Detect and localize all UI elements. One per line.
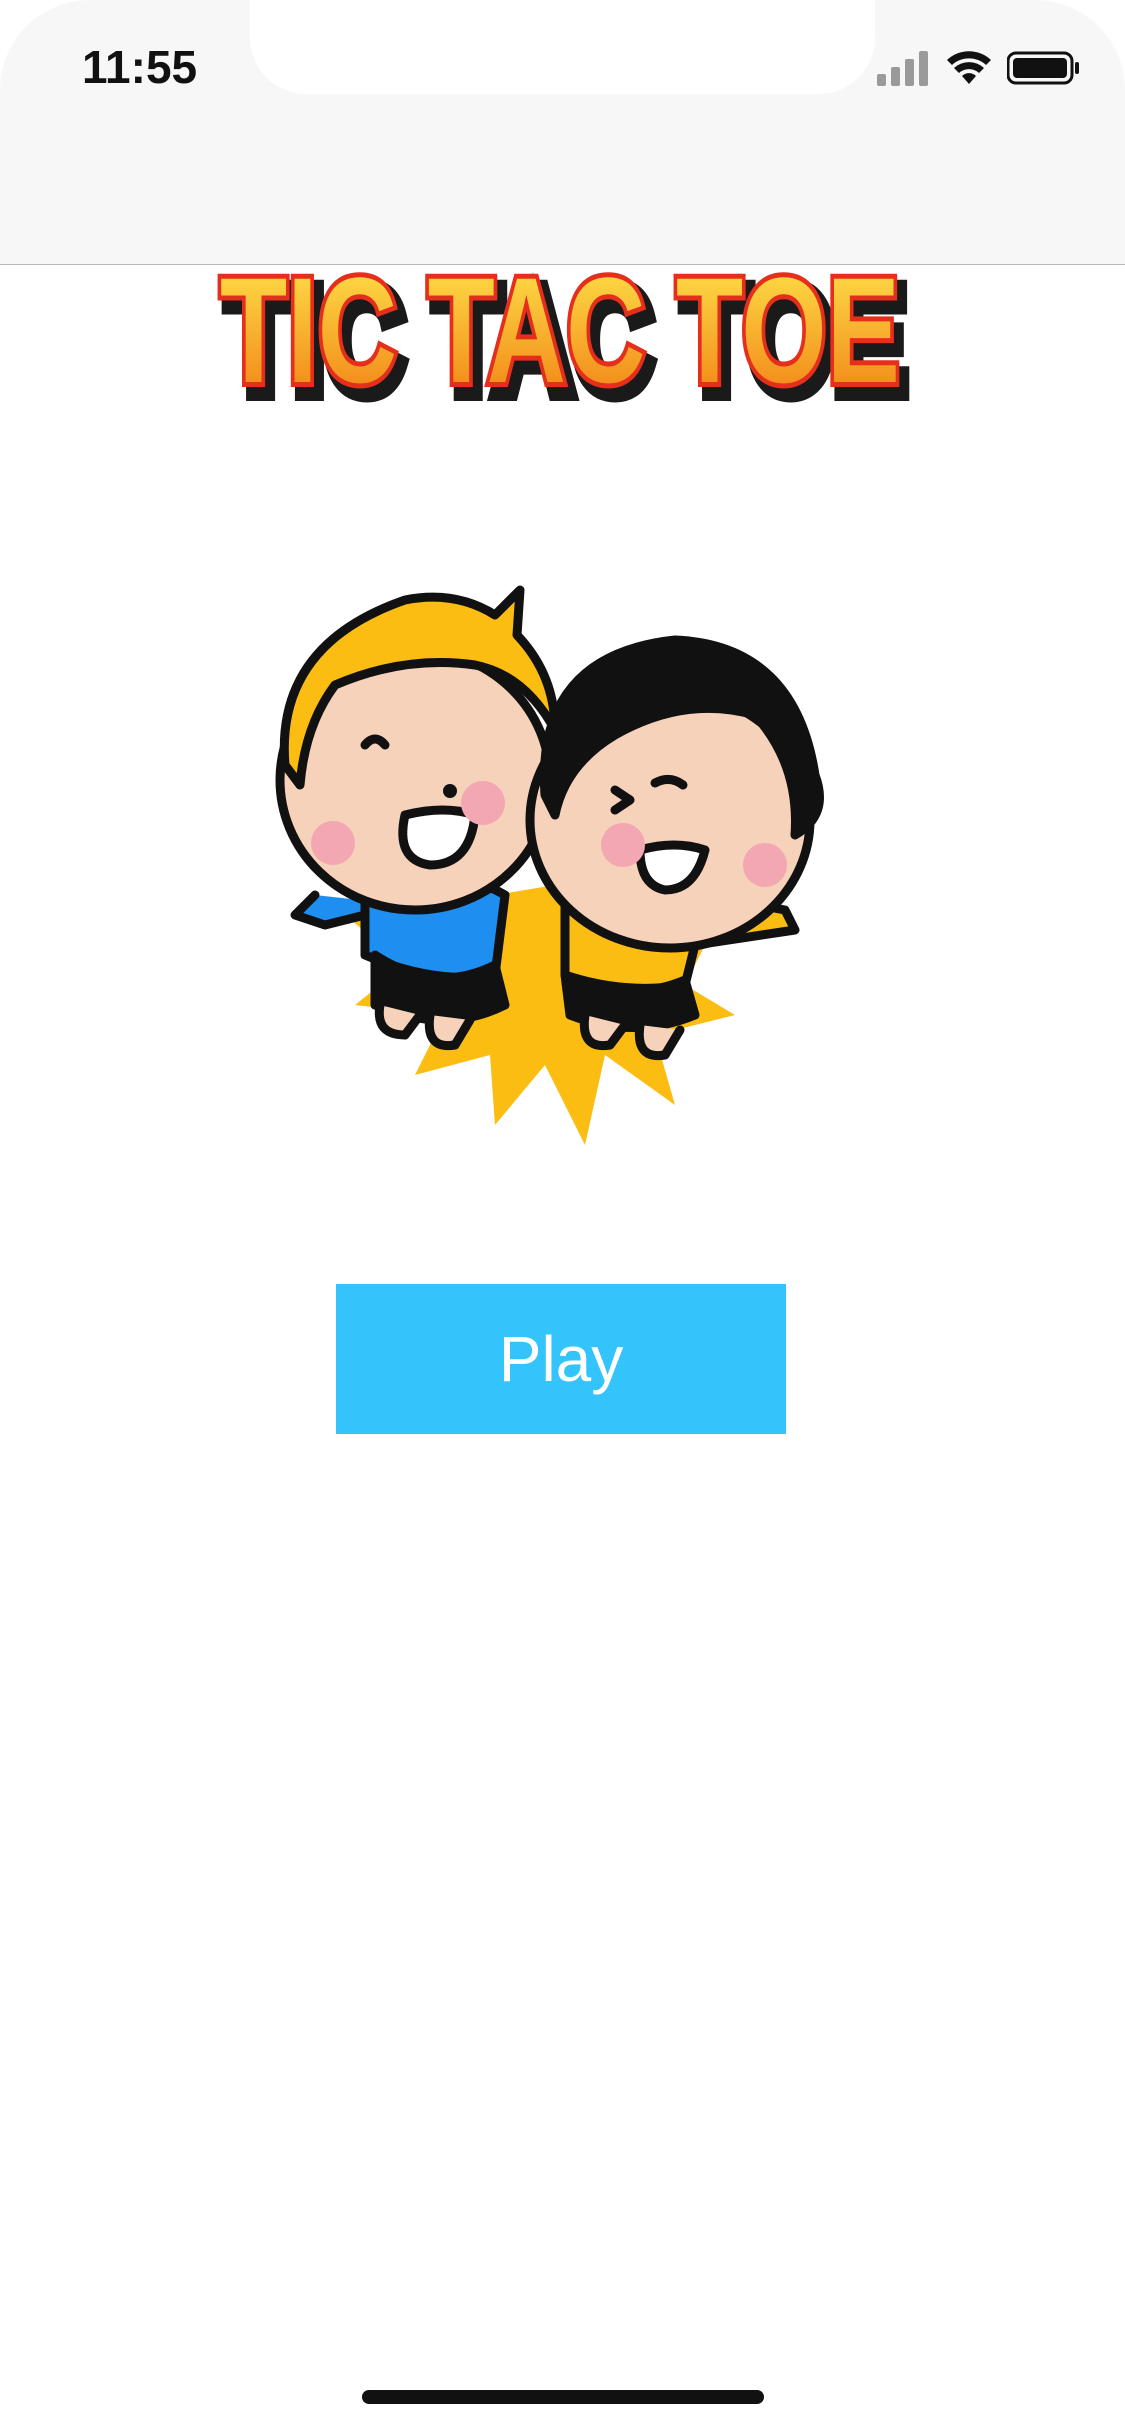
play-button[interactable]: Play bbox=[336, 1284, 786, 1434]
status-time: 11:55 bbox=[82, 41, 198, 93]
cellular-signal-icon bbox=[877, 51, 928, 86]
boy-cheek-left bbox=[311, 821, 355, 865]
status-icons bbox=[877, 48, 1081, 88]
two-kids-celebrating-illustration bbox=[275, 585, 824, 1145]
boy-cheek-right bbox=[461, 781, 505, 825]
wifi-icon bbox=[947, 51, 991, 84]
girl-cheek-right bbox=[743, 843, 787, 887]
tic-tac-toe-logo: TIC TAC TOE TIC TAC TOE TIC TAC TOE bbox=[215, 262, 916, 422]
home-indicator[interactable] bbox=[362, 2390, 764, 2404]
navigation-bar bbox=[0, 132, 1125, 265]
girl-cheek-left bbox=[601, 823, 645, 867]
logo-fill: TIC TAC TOE bbox=[220, 262, 900, 414]
notch bbox=[250, 0, 875, 94]
status-bar: 11:55 bbox=[0, 0, 1125, 132]
battery-icon bbox=[1007, 51, 1079, 85]
